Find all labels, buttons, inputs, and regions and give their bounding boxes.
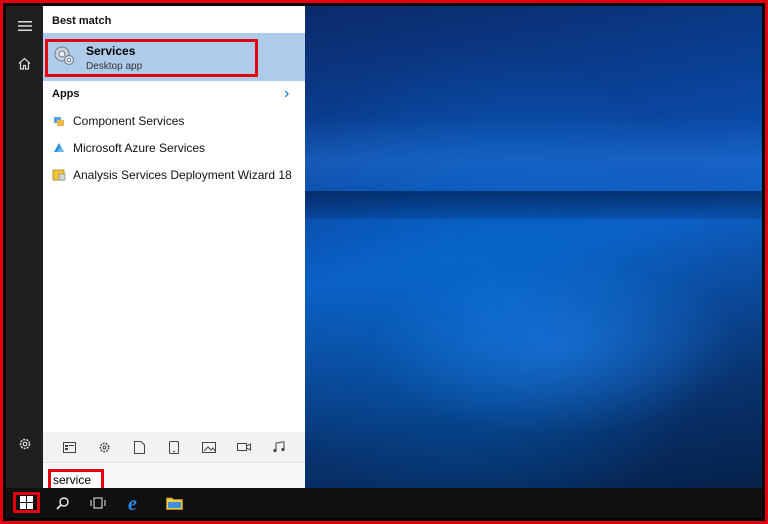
- best-match-subtitle: Desktop app: [86, 61, 143, 72]
- apps-filter-icon[interactable]: [61, 439, 77, 455]
- apps-expand-chevron-icon[interactable]: ›: [284, 85, 289, 103]
- search-results-panel: Best match Services Desktop app Apps › C…: [43, 6, 305, 498]
- search-button[interactable]: [51, 493, 75, 513]
- start-button[interactable]: [13, 492, 40, 513]
- best-match-red-highlight: [45, 39, 258, 77]
- task-view-icon: [90, 497, 106, 509]
- wizard-icon: [52, 169, 66, 181]
- app-result-label: Component Services: [73, 114, 185, 128]
- settings-gear-icon: [19, 438, 30, 450]
- tablet-filter-icon[interactable]: [166, 439, 182, 455]
- hamburger-icon: [17, 21, 32, 31]
- app-result-item[interactable]: Microsoft Azure Services: [43, 135, 305, 161]
- component-services-icon: [54, 117, 64, 126]
- app-result-label: Analysis Services Deployment Wizard 18: [73, 168, 292, 182]
- task-view-button[interactable]: [86, 493, 110, 513]
- best-match-heading: Best match: [52, 15, 112, 27]
- edge-button[interactable]: e: [124, 493, 148, 513]
- start-rail: [6, 6, 43, 488]
- azure-icon: [54, 143, 64, 152]
- hamburger-button[interactable]: [6, 9, 43, 43]
- photos-filter-icon[interactable]: [201, 439, 217, 455]
- music-filter-icon[interactable]: [271, 439, 287, 455]
- search-filter-bar: [43, 432, 305, 462]
- file-explorer-icon: [165, 497, 183, 510]
- home-button[interactable]: [6, 46, 43, 80]
- settings-filter-icon[interactable]: [96, 439, 112, 455]
- taskbar: e: [6, 488, 762, 518]
- wallpaper-glow: [365, 256, 745, 436]
- edge-icon: e: [128, 494, 137, 512]
- search-icon: [56, 497, 69, 510]
- windows-start-icon: [20, 496, 33, 509]
- settings-button[interactable]: [6, 427, 43, 461]
- wallpaper-dark-band: [305, 191, 762, 219]
- app-result-item[interactable]: Analysis Services Deployment Wizard 18: [43, 162, 305, 188]
- svg-text:e: e: [128, 494, 137, 512]
- documents-filter-icon[interactable]: [131, 439, 147, 455]
- file-explorer-button[interactable]: [162, 493, 186, 513]
- best-match-title: Services: [86, 44, 136, 58]
- videos-filter-icon[interactable]: [236, 439, 252, 455]
- app-result-label: Microsoft Azure Services: [73, 141, 206, 155]
- screen: Best match Services Desktop app Apps › C…: [0, 0, 768, 524]
- apps-heading: Apps: [52, 88, 80, 100]
- home-icon: [18, 57, 31, 70]
- services-gear-icon: [54, 46, 74, 65]
- desktop-wallpaper: [305, 6, 762, 488]
- app-result-item[interactable]: Component Services: [43, 108, 305, 134]
